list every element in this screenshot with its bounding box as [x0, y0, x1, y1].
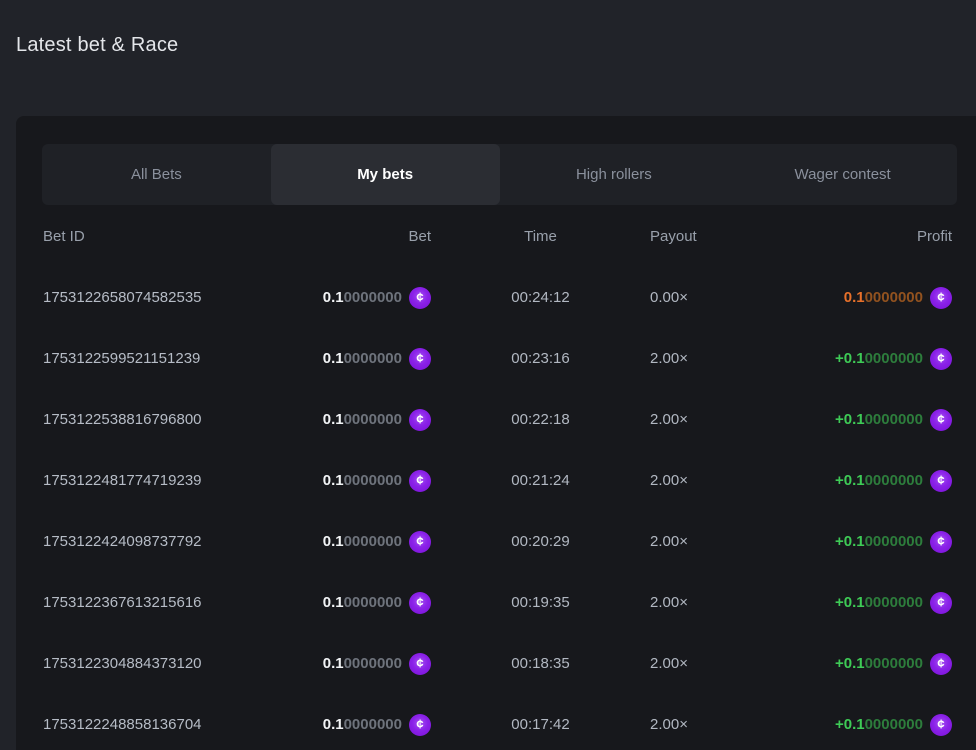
- bet-time: 00:22:18: [431, 411, 650, 428]
- cent-coin-icon: ¢: [930, 531, 952, 553]
- bet-profit: +0.10000000 ¢: [780, 531, 952, 553]
- bet-payout: 2.00×: [650, 716, 780, 733]
- bet-time: 00:23:16: [431, 350, 650, 367]
- bet-amount: 0.10000000 ¢: [258, 287, 431, 309]
- bet-amount: 0.10000000 ¢: [258, 592, 431, 614]
- bet-amount: 0.10000000 ¢: [258, 531, 431, 553]
- bet-amount-value: 0.10000000: [323, 289, 402, 306]
- bet-profit: +0.10000000 ¢: [780, 409, 952, 431]
- bet-row[interactable]: 1753122658074582535 0.10000000 ¢ 00:24:1…: [43, 267, 952, 328]
- tab-my-bets[interactable]: My bets: [271, 144, 500, 205]
- bet-id: 1753122367613215616: [43, 594, 258, 611]
- cent-coin-icon: ¢: [409, 592, 431, 614]
- bet-id: 1753122304884373120: [43, 655, 258, 672]
- cent-coin-icon: ¢: [409, 653, 431, 675]
- bet-amount: 0.10000000 ¢: [258, 470, 431, 492]
- bet-amount-value: 0.10000000: [323, 594, 402, 611]
- bet-payout: 2.00×: [650, 594, 780, 611]
- cent-coin-icon: ¢: [409, 409, 431, 431]
- bet-amount-value: 0.10000000: [323, 350, 402, 367]
- bet-time: 00:19:35: [431, 594, 650, 611]
- bet-profit: +0.10000000 ¢: [780, 470, 952, 492]
- bet-profit-value: +0.10000000: [835, 716, 923, 733]
- cent-coin-icon: ¢: [930, 653, 952, 675]
- bet-profit-value: +0.10000000: [835, 655, 923, 672]
- bet-amount-value: 0.10000000: [323, 533, 402, 550]
- bet-amount: 0.10000000 ¢: [258, 653, 431, 675]
- bet-payout: 2.00×: [650, 533, 780, 550]
- bet-profit-value: +0.10000000: [835, 350, 923, 367]
- bets-tabbar: All Bets My bets High rollers Wager cont…: [42, 144, 957, 205]
- bet-amount: 0.10000000 ¢: [258, 409, 431, 431]
- bet-row[interactable]: 1753122599521151239 0.10000000 ¢ 00:23:1…: [43, 328, 952, 389]
- header-bet-id: Bet ID: [43, 228, 258, 245]
- header-bet: Bet: [258, 228, 431, 245]
- bet-payout: 2.00×: [650, 411, 780, 428]
- bet-row[interactable]: 1753122304884373120 0.10000000 ¢ 00:18:3…: [43, 633, 952, 694]
- header-profit: Profit: [780, 228, 952, 245]
- bet-row[interactable]: 1753122481774719239 0.10000000 ¢ 00:21:2…: [43, 450, 952, 511]
- bet-amount: 0.10000000 ¢: [258, 714, 431, 736]
- bet-time: 00:24:12: [431, 289, 650, 306]
- bet-time: 00:17:42: [431, 716, 650, 733]
- bet-amount-value: 0.10000000: [323, 411, 402, 428]
- bet-time: 00:18:35: [431, 655, 650, 672]
- bet-time: 00:21:24: [431, 472, 650, 489]
- bet-row[interactable]: 1753122538816796800 0.10000000 ¢ 00:22:1…: [43, 389, 952, 450]
- bet-profit-value: +0.10000000: [835, 594, 923, 611]
- header-time: Time: [431, 228, 650, 245]
- bet-time: 00:20:29: [431, 533, 650, 550]
- bets-table-header: Bet ID Bet Time Payout Profit: [43, 205, 952, 267]
- bet-amount-value: 0.10000000: [323, 655, 402, 672]
- cent-coin-icon: ¢: [930, 592, 952, 614]
- bet-profit: +0.10000000 ¢: [780, 592, 952, 614]
- cent-coin-icon: ¢: [409, 531, 431, 553]
- bet-payout: 2.00×: [650, 655, 780, 672]
- bet-amount-value: 0.10000000: [323, 472, 402, 489]
- cent-coin-icon: ¢: [409, 470, 431, 492]
- bet-payout: 2.00×: [650, 350, 780, 367]
- bet-profit: +0.10000000 ¢: [780, 714, 952, 736]
- bet-profit-value: +0.10000000: [835, 533, 923, 550]
- bet-profit-value: +0.10000000: [835, 472, 923, 489]
- latest-bets-card: All Bets My bets High rollers Wager cont…: [16, 116, 976, 750]
- bet-payout: 0.00×: [650, 289, 780, 306]
- header-payout: Payout: [650, 228, 780, 245]
- tab-all-bets[interactable]: All Bets: [42, 144, 271, 205]
- bets-table-body: 1753122658074582535 0.10000000 ¢ 00:24:1…: [43, 267, 952, 750]
- bet-id: 1753122658074582535: [43, 289, 258, 306]
- page-title: Latest bet & Race: [16, 34, 976, 57]
- cent-coin-icon: ¢: [409, 714, 431, 736]
- bet-profit-value: +0.10000000: [835, 411, 923, 428]
- bet-payout: 2.00×: [650, 472, 780, 489]
- cent-coin-icon: ¢: [409, 348, 431, 370]
- bet-id: 1753122481774719239: [43, 472, 258, 489]
- cent-coin-icon: ¢: [409, 287, 431, 309]
- cent-coin-icon: ¢: [930, 287, 952, 309]
- cent-coin-icon: ¢: [930, 348, 952, 370]
- cent-coin-icon: ¢: [930, 470, 952, 492]
- cent-coin-icon: ¢: [930, 409, 952, 431]
- bet-profit: +0.10000000 ¢: [780, 348, 952, 370]
- bet-row[interactable]: 1753122424098737792 0.10000000 ¢ 00:20:2…: [43, 511, 952, 572]
- cent-coin-icon: ¢: [930, 714, 952, 736]
- bet-profit: +0.10000000 ¢: [780, 653, 952, 675]
- tab-high-rollers[interactable]: High rollers: [500, 144, 729, 205]
- bet-id: 1753122599521151239: [43, 350, 258, 367]
- bet-amount: 0.10000000 ¢: [258, 348, 431, 370]
- bet-row[interactable]: 1753122367613215616 0.10000000 ¢ 00:19:3…: [43, 572, 952, 633]
- bet-row[interactable]: 1753122248858136704 0.10000000 ¢ 00:17:4…: [43, 694, 952, 750]
- bets-table: Bet ID Bet Time Payout Profit 1753122658…: [43, 205, 952, 750]
- bet-id: 1753122538816796800: [43, 411, 258, 428]
- bet-id: 1753122424098737792: [43, 533, 258, 550]
- bet-id: 1753122248858136704: [43, 716, 258, 733]
- tab-wager-contest[interactable]: Wager contest: [728, 144, 957, 205]
- bet-amount-value: 0.10000000: [323, 716, 402, 733]
- bet-profit: 0.10000000 ¢: [780, 287, 952, 309]
- bet-profit-value: 0.10000000: [844, 289, 923, 306]
